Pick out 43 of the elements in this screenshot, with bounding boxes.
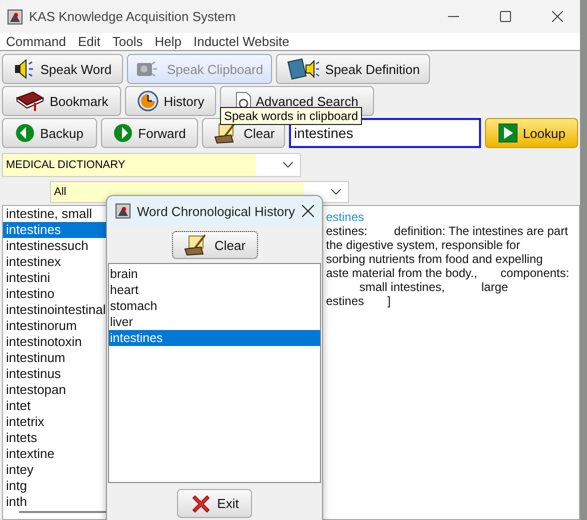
book-icon	[14, 90, 45, 112]
menu-item[interactable]: Command	[6, 34, 66, 49]
list-item[interactable]: stomach	[109, 298, 320, 314]
window-title: KAS Knowledge Acquisition System	[29, 9, 237, 24]
app-icon	[115, 203, 131, 219]
caret-icon	[331, 189, 341, 195]
close-icon[interactable]	[302, 205, 314, 217]
definition-text: estines ]	[326, 294, 392, 308]
menu-item[interactable]: Edit	[78, 34, 100, 49]
app-icon	[7, 8, 23, 24]
toolbar-button[interactable]: Bookmark	[2, 86, 121, 116]
toolbar-button[interactable]: History	[125, 86, 216, 116]
toolbar-button[interactable]: Backup	[2, 118, 97, 148]
close-icon[interactable]	[552, 11, 562, 22]
menu-item[interactable]: Tools	[112, 34, 143, 49]
toolbar-button[interactable]: Speak Word	[2, 54, 123, 84]
definition-text: the digestive system, responsible for	[326, 238, 522, 252]
definition-text: aste material from the body., components:	[326, 266, 570, 280]
caret-icon	[283, 162, 293, 168]
definition-text: small intestines, large	[358, 280, 510, 294]
definition-text: estines: definition: The intestines are part	[326, 224, 569, 238]
definition-text: sorbing nutrients from food and expelling	[326, 252, 544, 266]
dialog-title: Word Chronological History	[137, 204, 296, 218]
clear-button[interactable]: Clear	[172, 231, 258, 259]
definition-heading: estines	[326, 210, 366, 224]
list-item[interactable]: intestines	[109, 330, 320, 346]
speaker-icon	[13, 59, 36, 79]
book-speaker-icon	[286, 58, 320, 80]
list-item[interactable]: heart	[109, 282, 320, 298]
clock-icon	[136, 90, 159, 112]
menu-item[interactable]: Help	[154, 34, 182, 49]
minimize-icon[interactable]	[448, 16, 458, 18]
tooltip: Speak words in clipboard	[220, 107, 362, 125]
maximize-icon[interactable]	[500, 11, 510, 22]
toolbar-button[interactable]: Speak Definition	[276, 54, 430, 84]
menu-item[interactable]: Inductel Website	[193, 34, 290, 49]
dictionary-dropdown[interactable]: MEDICAL DICTIONARY	[2, 153, 301, 177]
exit-button[interactable]: Exit	[177, 489, 252, 518]
toolbar-button[interactable]: Forward	[100, 118, 198, 148]
lookup-button[interactable]: Lookup	[485, 118, 578, 148]
cross-icon	[190, 492, 212, 514]
list-item[interactable]: brain	[109, 266, 320, 282]
list-item[interactable]: liver	[109, 314, 320, 330]
